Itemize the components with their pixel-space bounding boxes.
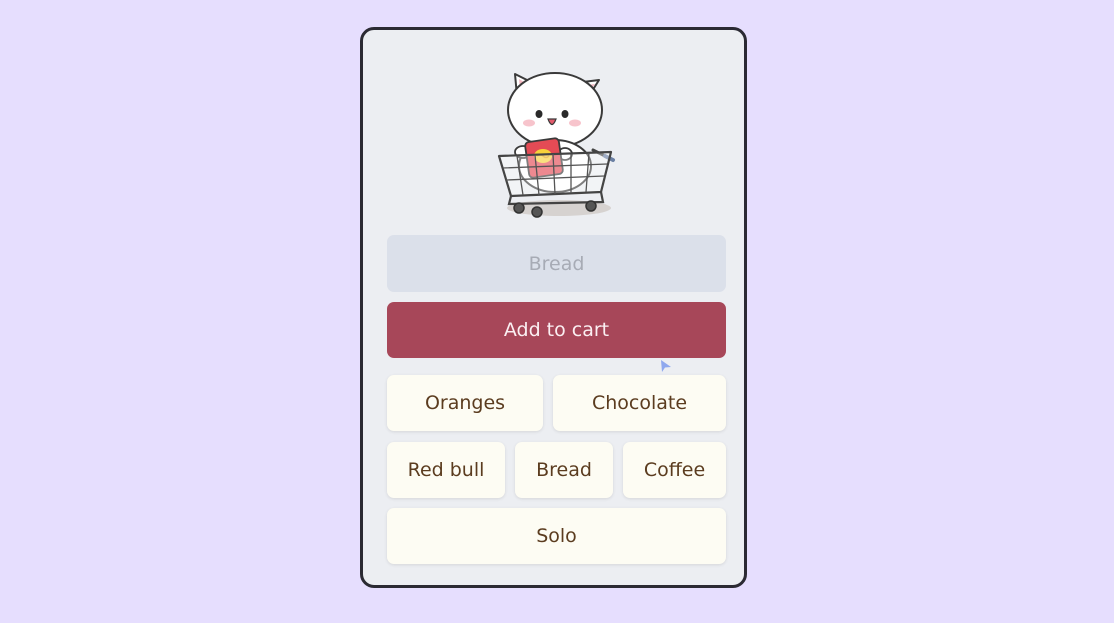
item-button-chocolate[interactable]: Chocolate [553, 375, 726, 431]
item-name-input[interactable] [387, 235, 726, 292]
item-button-bread[interactable]: Bread [515, 442, 613, 498]
item-button-solo[interactable]: Solo [387, 508, 726, 564]
add-to-cart-button[interactable]: Add to cart [387, 302, 726, 358]
mouse-pointer-icon [661, 360, 671, 372]
shopping-card: Add to cart Oranges Chocolate Red bull B… [360, 27, 747, 588]
cat-shopping-cart-illustration [497, 72, 615, 218]
item-button-red-bull[interactable]: Red bull [387, 442, 505, 498]
item-button-oranges[interactable]: Oranges [387, 375, 543, 431]
item-button-coffee[interactable]: Coffee [623, 442, 726, 498]
